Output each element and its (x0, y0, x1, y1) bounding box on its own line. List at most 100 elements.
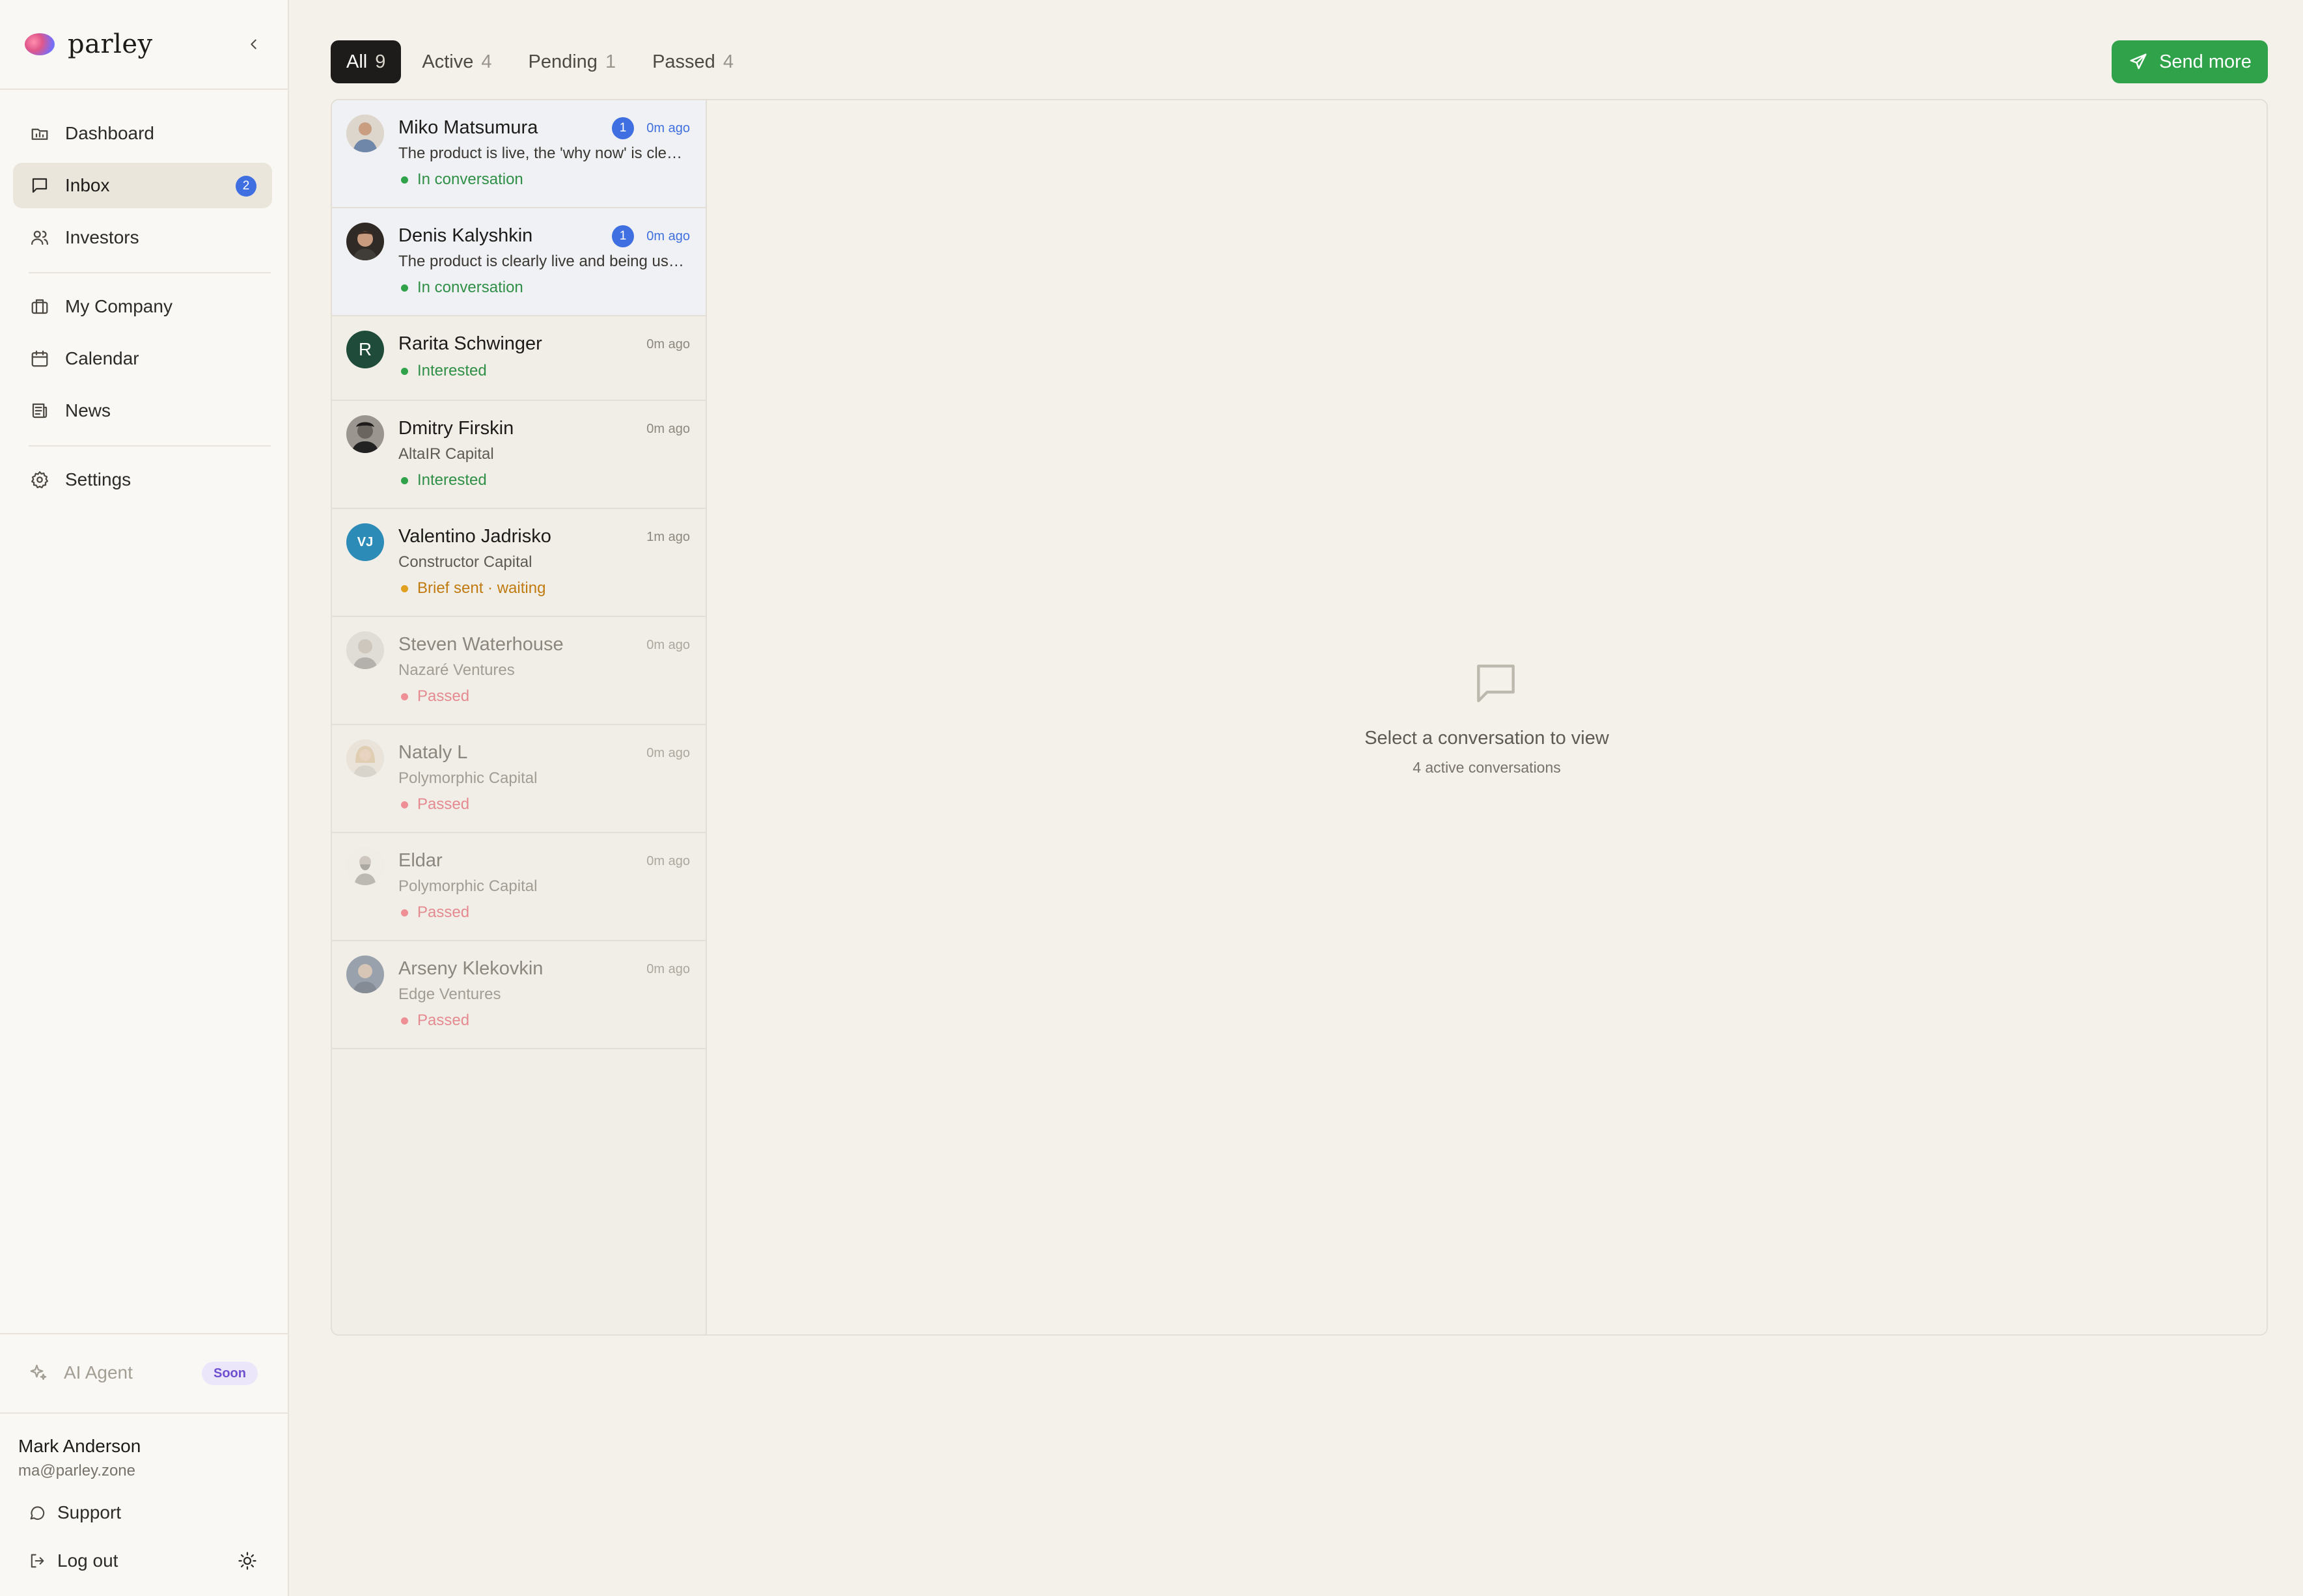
avatar (346, 223, 384, 260)
avatar (346, 631, 384, 669)
conversation-time: 0m ago (646, 638, 690, 652)
collapse-sidebar-button[interactable] (242, 33, 266, 56)
divider (0, 1412, 289, 1414)
chevron-left-icon (251, 39, 256, 49)
brand-name: parley (68, 29, 153, 59)
tab-all[interactable]: All 9 (331, 40, 402, 83)
conversation-time: 0m ago (646, 962, 690, 976)
avatar (346, 847, 384, 885)
conversation-item[interactable]: R Rarita Schwinger 0m ago Interested (332, 316, 706, 401)
tab-passed[interactable]: Passed 4 (637, 40, 749, 83)
conversation-item[interactable]: Arseny Klekovkin 0m ago Edge Ventures Pa… (332, 941, 706, 1049)
empty-state-title: Select a conversation to view (1364, 728, 1609, 749)
conversation-time: 0m ago (646, 337, 690, 351)
conversation-name: Rarita Schwinger (398, 333, 542, 354)
support-link[interactable]: Support (27, 1494, 121, 1531)
conversation-status: Brief sent · waiting (398, 579, 545, 598)
avatar (346, 115, 384, 152)
nav-label: Settings (65, 469, 131, 489)
conversation-status: Passed (398, 903, 469, 922)
nav-item-calendar[interactable]: Calendar (13, 336, 272, 381)
conversation-name: Nataly L (398, 742, 468, 763)
nav-label: Calendar (65, 348, 139, 368)
divider (0, 1333, 289, 1334)
conversation-name: Miko Matsumura (398, 117, 538, 138)
logout-icon (27, 1550, 47, 1572)
status-label: Passed (417, 795, 470, 813)
unread-count-badge: 1 (612, 117, 634, 139)
tab-count: 4 (481, 51, 492, 72)
nav-item-my-company[interactable]: My Company (13, 284, 272, 329)
status-dot (401, 801, 408, 808)
conversation-item[interactable]: Eldar 0m ago Polymorphic Capital Passed (332, 833, 706, 941)
conversation-item[interactable]: Steven Waterhouse 0m ago Nazaré Ventures… (332, 617, 706, 725)
status-dot (401, 1017, 408, 1025)
conversation-time: 1m ago (646, 530, 690, 544)
conversation-item[interactable]: Nataly L 0m ago Polymorphic Capital Pass… (332, 725, 706, 833)
conversation-company: Edge Ventures (398, 985, 501, 1003)
inbox-panel: Miko Matsumura 1 0m ago The product is l… (331, 99, 2268, 1336)
tab-count: 1 (605, 51, 616, 72)
nav-item-settings[interactable]: Settings (13, 457, 272, 502)
brand[interactable]: parley (25, 23, 266, 65)
status-label: In conversation (417, 171, 523, 188)
conversation-time: 0m ago (646, 229, 690, 243)
tab-pending[interactable]: Pending 1 (513, 40, 632, 83)
ai-agent-label: AI Agent (64, 1362, 133, 1383)
send-more-label: Send more (2159, 51, 2252, 72)
status-dot (401, 693, 408, 700)
tab-label: Pending (528, 51, 598, 72)
status-dot (401, 476, 408, 484)
user-email: ma@parley.zone (18, 1462, 135, 1479)
message-square-icon (1470, 657, 1522, 709)
conversation-list: Miko Matsumura 1 0m ago The product is l… (332, 100, 707, 1334)
briefcase-icon (29, 296, 51, 318)
conversation-status: In conversation (398, 171, 523, 189)
status-dot (401, 367, 408, 375)
sparkle-icon (27, 1362, 49, 1384)
parley-logo-icon (25, 33, 55, 55)
conversation-name: Steven Waterhouse (398, 634, 564, 655)
status-dot (401, 176, 408, 184)
avatar-initials: VJ (346, 523, 384, 561)
conversation-name: Valentino Jadrisko (398, 526, 551, 547)
conversation-status: In conversation (398, 279, 523, 297)
tab-label: Active (422, 51, 474, 72)
conversation-status: Passed (398, 687, 469, 706)
conversation-item[interactable]: Miko Matsumura 1 0m ago The product is l… (332, 100, 706, 208)
nav-item-investors[interactable]: Investors (13, 215, 272, 260)
filter-tabs: All 9 Active 4 Pending 1 Passed 4 (331, 40, 754, 83)
calendar-icon (29, 348, 51, 370)
tab-active[interactable]: Active 4 (406, 40, 507, 83)
avatar (346, 739, 384, 777)
logout-label: Log out (57, 1550, 118, 1571)
nav-item-dashboard[interactable]: Dashboard (13, 111, 272, 156)
nav-item-inbox[interactable]: Inbox 2 (13, 163, 272, 208)
status-dot (401, 284, 408, 292)
divider (29, 445, 271, 447)
soon-badge: Soon (202, 1362, 258, 1385)
conversation-name: Denis Kalyshkin (398, 225, 533, 246)
theme-toggle-button[interactable] (234, 1548, 260, 1574)
tab-count: 4 (723, 51, 734, 72)
avatar-initials: R (346, 331, 384, 368)
message-square-icon (29, 174, 51, 197)
conversation-item[interactable]: Denis Kalyshkin 1 0m ago The product is … (332, 208, 706, 316)
conversation-item[interactable]: Dmitry Firskin 0m ago AltaIR Capital Int… (332, 401, 706, 509)
user-name: Mark Anderson (18, 1436, 141, 1456)
nav-label: My Company (65, 296, 172, 316)
status-label: Passed (417, 687, 470, 705)
nav-label: News (65, 400, 111, 420)
tab-label: Passed (652, 51, 715, 72)
conversation-time: 0m ago (646, 422, 690, 436)
nav-item-news[interactable]: News (13, 388, 272, 433)
conversation-status: Passed (398, 1011, 469, 1030)
send-more-button[interactable]: Send more (2112, 40, 2268, 83)
logout-button[interactable]: Log out (27, 1543, 118, 1579)
users-icon (29, 227, 51, 249)
conversation-preview: The product is clearly live and being us… (398, 253, 689, 270)
conversation-item[interactable]: VJ Valentino Jadrisko 1m ago Constructor… (332, 509, 706, 617)
conversation-company: Polymorphic Capital (398, 877, 538, 895)
conversation-name: Eldar (398, 850, 443, 871)
conversation-company: Constructor Capital (398, 553, 532, 571)
